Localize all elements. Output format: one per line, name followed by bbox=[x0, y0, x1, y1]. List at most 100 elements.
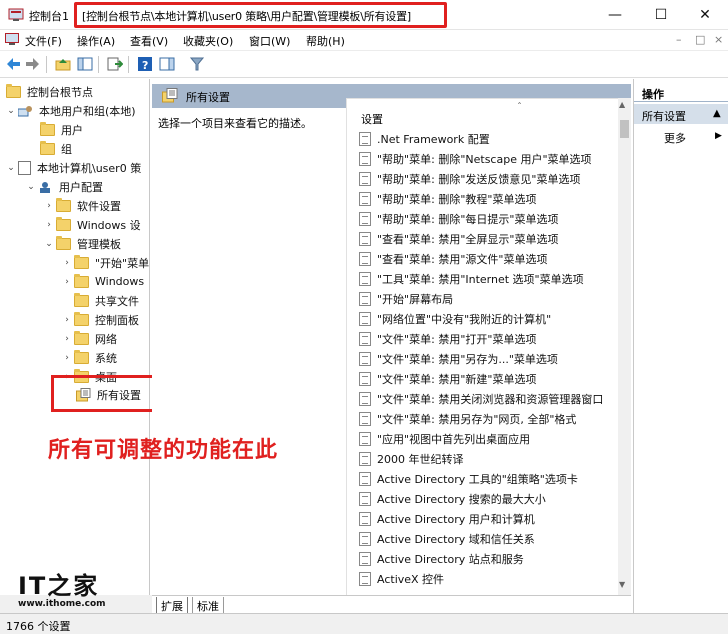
chevron-right-icon[interactable]: › bbox=[44, 201, 54, 211]
minimize-button[interactable]: — bbox=[592, 0, 638, 30]
close-button[interactable]: ✕ bbox=[682, 0, 728, 30]
list-item[interactable]: "帮助"菜单: 删除"每日提示"菜单选项 bbox=[359, 209, 558, 229]
show-hide-action-icon[interactable] bbox=[158, 55, 176, 73]
setting-label: 2000 年世纪转译 bbox=[377, 453, 464, 466]
chevron-right-icon[interactable]: › bbox=[44, 220, 54, 230]
tree-item-local-computer-policy[interactable]: ⌄ 本地计算机\user0 策 bbox=[6, 158, 141, 177]
chevron-right-icon[interactable]: › bbox=[62, 277, 72, 287]
chevron-down-icon[interactable]: ⌄ bbox=[44, 239, 54, 249]
tree-item-users[interactable]: 用户 bbox=[40, 120, 83, 139]
folder-icon bbox=[74, 330, 89, 345]
setting-policy-icon bbox=[359, 432, 371, 446]
tree-item-windows-components[interactable]: › Windows bbox=[62, 272, 144, 291]
tree-item-admin-templates[interactable]: ⌄ 管理模板 bbox=[44, 234, 121, 253]
list-item[interactable]: "开始"屏幕布局 bbox=[359, 289, 453, 309]
menu-action[interactable]: 操作(A) bbox=[77, 33, 115, 49]
list-item[interactable]: ActiveX 控件 bbox=[359, 569, 444, 589]
setting-label: "帮助"菜单: 删除"Netscape 用户"菜单选项 bbox=[377, 153, 592, 166]
menu-view[interactable]: 查看(V) bbox=[130, 33, 168, 49]
maximize-button[interactable]: ☐ bbox=[638, 0, 684, 30]
chevron-right-icon[interactable]: › bbox=[62, 258, 72, 268]
mdi-restore-button[interactable]: □ bbox=[695, 33, 705, 46]
actions-section-all-settings[interactable]: 所有设置 ▲ bbox=[634, 104, 728, 124]
setting-label: "文件"菜单: 禁用关闭浏览器和资源管理器窗口 bbox=[377, 393, 604, 406]
chevron-down-icon[interactable]: ⌄ bbox=[6, 106, 16, 116]
tree-item-control-panel[interactable]: › 控制面板 bbox=[62, 310, 139, 329]
console-app-icon bbox=[8, 8, 24, 21]
menu-help[interactable]: 帮助(H) bbox=[306, 33, 345, 49]
list-item[interactable]: .Net Framework 配置 bbox=[359, 129, 490, 149]
more-actions-link[interactable]: 更多 bbox=[664, 130, 686, 146]
setting-policy-icon bbox=[359, 552, 371, 566]
tree-item-label: 控制面板 bbox=[95, 313, 139, 327]
menu-favorites[interactable]: 收藏夹(O) bbox=[183, 33, 233, 49]
list-item[interactable]: "帮助"菜单: 删除"教程"菜单选项 bbox=[359, 189, 536, 209]
show-hide-tree-icon[interactable] bbox=[76, 55, 94, 73]
export-list-icon[interactable] bbox=[106, 55, 124, 73]
chevron-right-icon[interactable]: › bbox=[62, 315, 72, 325]
setting-label: "文件"菜单: 禁用"新建"菜单选项 bbox=[377, 373, 537, 386]
tree-item-network[interactable]: › 网络 bbox=[62, 329, 117, 348]
list-item[interactable]: "工具"菜单: 禁用"Internet 选项"菜单选项 bbox=[359, 269, 584, 289]
console-menu-icon[interactable] bbox=[5, 33, 19, 46]
column-header-setting[interactable]: 设置 bbox=[361, 111, 383, 127]
list-item[interactable]: Active Directory 域和信任关系 bbox=[359, 529, 535, 549]
menu-file[interactable]: 文件(F) bbox=[25, 33, 62, 49]
tree-item-user-configuration[interactable]: ⌄ 用户配置 bbox=[26, 177, 103, 196]
list-item[interactable]: "帮助"菜单: 删除"Netscape 用户"菜单选项 bbox=[359, 149, 592, 169]
tree-item-software-settings[interactable]: › 软件设置 bbox=[44, 196, 121, 215]
tree-item-local-users-groups[interactable]: ⌄ 本地用户和组(本地) bbox=[6, 101, 135, 120]
setting-label: "工具"菜单: 禁用"Internet 选项"菜单选项 bbox=[377, 273, 584, 286]
setting-policy-icon bbox=[359, 232, 371, 246]
setting-label: "帮助"菜单: 删除"发送反馈意见"菜单选项 bbox=[377, 173, 581, 186]
list-item[interactable]: 2000 年世纪转译 bbox=[359, 449, 464, 469]
list-item[interactable]: Active Directory 用户和计算机 bbox=[359, 509, 535, 529]
setting-policy-icon bbox=[359, 412, 371, 426]
setting-policy-icon bbox=[359, 312, 371, 326]
tree-item-label: 软件设置 bbox=[77, 199, 121, 213]
tree-item-system[interactable]: › 系统 bbox=[62, 348, 117, 367]
watermark: IT之家 www.ithome.com bbox=[16, 566, 106, 612]
tree-item-groups[interactable]: 组 bbox=[40, 139, 72, 158]
list-item[interactable]: "文件"菜单: 禁用另存为"网页, 全部"格式 bbox=[359, 409, 576, 429]
list-item[interactable]: Active Directory 工具的"组策略"选项卡 bbox=[359, 469, 578, 489]
setting-policy-icon bbox=[359, 512, 371, 526]
scroll-up-icon[interactable]: ▲ bbox=[619, 100, 625, 109]
tree-item-console-root[interactable]: 控制台根节点 bbox=[6, 82, 93, 101]
tree-item-windows-settings[interactable]: › Windows 设 bbox=[44, 215, 141, 234]
settings-vertical-scrollbar[interactable]: ▲ ▼ bbox=[618, 98, 631, 595]
list-item[interactable]: "文件"菜单: 禁用"新建"菜单选项 bbox=[359, 369, 536, 389]
list-item[interactable]: Active Directory 搜索的最大大小 bbox=[359, 489, 546, 509]
menu-window[interactable]: 窗口(W) bbox=[249, 33, 290, 49]
list-item[interactable]: "帮助"菜单: 删除"发送反馈意见"菜单选项 bbox=[359, 169, 580, 189]
chevron-right-icon[interactable]: › bbox=[62, 353, 72, 363]
list-item[interactable]: "网络位置"中没有"我附近的计算机" bbox=[359, 309, 551, 329]
setting-policy-icon bbox=[359, 152, 371, 166]
mdi-close-button[interactable]: × bbox=[714, 33, 723, 46]
up-folder-icon[interactable] bbox=[54, 55, 72, 73]
collapse-up-icon[interactable]: ▲ bbox=[713, 108, 721, 119]
chevron-down-icon[interactable]: ⌄ bbox=[6, 163, 16, 173]
mdi-minimize-button[interactable]: – bbox=[676, 33, 682, 46]
forward-arrow-icon[interactable] bbox=[24, 55, 42, 73]
help-icon[interactable]: ? bbox=[136, 55, 154, 73]
list-item[interactable]: "查看"菜单: 禁用"全屏显示"菜单选项 bbox=[359, 229, 558, 249]
watermark-url: www.ithome.com bbox=[18, 599, 106, 609]
scroll-down-icon[interactable]: ▼ bbox=[619, 580, 625, 589]
filter-icon[interactable] bbox=[188, 55, 206, 73]
list-item[interactable]: "应用"视图中首先列出桌面应用 bbox=[359, 429, 530, 449]
setting-label: "文件"菜单: 禁用"打开"菜单选项 bbox=[377, 333, 537, 346]
list-item[interactable]: "文件"菜单: 禁用"打开"菜单选项 bbox=[359, 329, 536, 349]
tree-item-label: 管理模板 bbox=[77, 237, 121, 251]
setting-policy-icon bbox=[359, 452, 371, 466]
tree-item-start-menu[interactable]: › "开始"菜单 bbox=[62, 253, 149, 272]
chevron-right-icon[interactable]: › bbox=[62, 334, 72, 344]
list-item[interactable]: Active Directory 站点和服务 bbox=[359, 549, 524, 569]
list-item[interactable]: "查看"菜单: 禁用"源文件"菜单选项 bbox=[359, 249, 547, 269]
back-arrow-icon[interactable] bbox=[4, 55, 22, 73]
chevron-down-icon[interactable]: ⌄ bbox=[26, 182, 36, 192]
list-item[interactable]: "文件"菜单: 禁用"另存为..."菜单选项 bbox=[359, 349, 558, 369]
tree-item-shared-folders[interactable]: 共享文件 bbox=[74, 291, 139, 310]
list-item[interactable]: "文件"菜单: 禁用关闭浏览器和资源管理器窗口 bbox=[359, 389, 603, 409]
scroll-thumb[interactable] bbox=[620, 120, 629, 138]
